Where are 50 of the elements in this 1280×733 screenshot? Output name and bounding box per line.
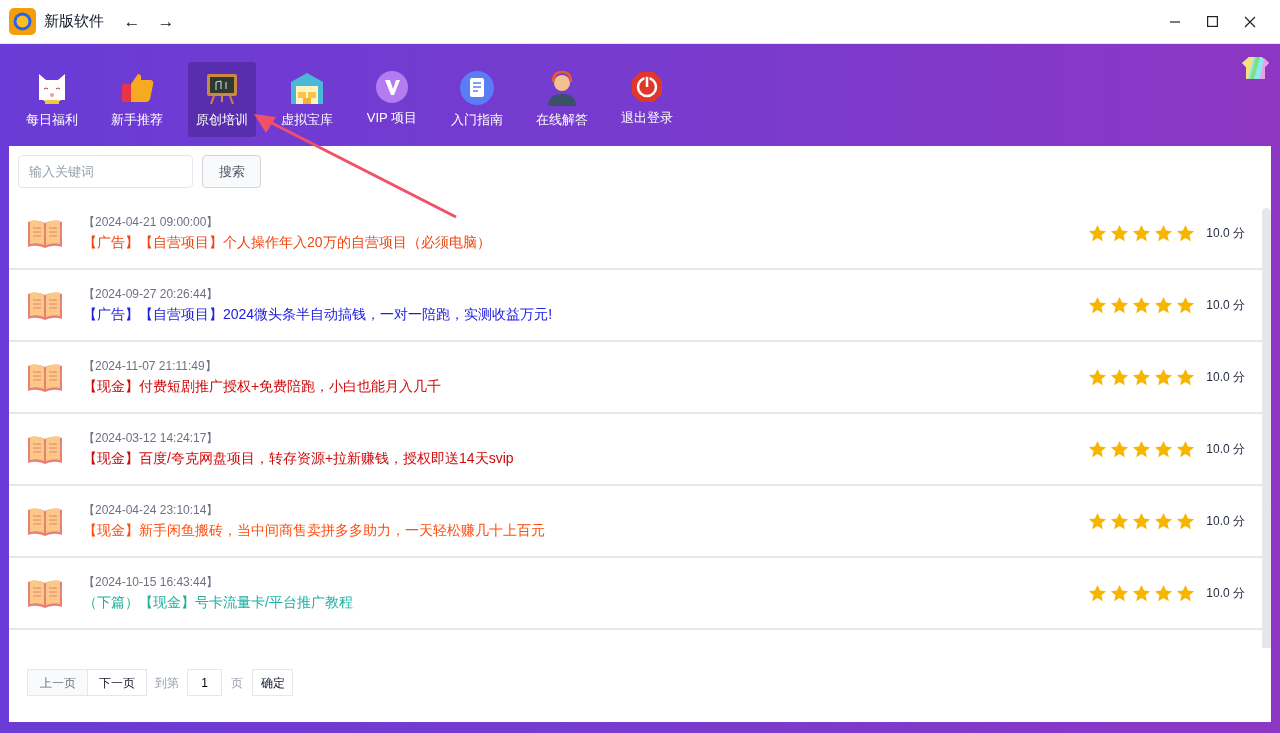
- app-logo-icon: [9, 8, 36, 35]
- score: 10.0 分: [1206, 585, 1245, 602]
- open-book-icon: [27, 290, 63, 320]
- article-date: 【2024-11-07 21:11:49】: [83, 358, 218, 374]
- warehouse-icon: [289, 70, 325, 106]
- confirm-button[interactable]: 确定: [252, 669, 293, 696]
- article-title[interactable]: 【现金】百度/夸克网盘项目，转存资源+拉新赚钱，授权即送14天svip: [83, 448, 514, 468]
- article-date: 【2024-04-21 09:00:00】: [83, 214, 220, 230]
- article-title[interactable]: 【现金】新手闲鱼搬砖，当中间商售卖拼多多助力，一天轻松赚几十上百元: [83, 520, 545, 540]
- article-date: 【2024-04-24 23:10:14】: [83, 502, 220, 518]
- power-icon: [630, 70, 664, 104]
- article-title[interactable]: 【广告】【自营项目】2024微头条半自动搞钱，一对一陪跑，实测收益万元!: [83, 304, 553, 324]
- open-book-icon: [27, 506, 63, 536]
- vip-badge-icon: [375, 70, 409, 104]
- score: 10.0 分: [1206, 513, 1245, 530]
- open-book-icon: [27, 362, 63, 392]
- page-unit-label: 页: [231, 674, 243, 692]
- nav-tab[interactable]: 在线解答: [528, 62, 596, 137]
- score: 10.0 分: [1206, 225, 1245, 242]
- article-date: 【2024-10-15 16:43:44】: [83, 574, 220, 590]
- nav-tab[interactable]: 虚拟宝库: [273, 62, 341, 137]
- nav-tab[interactable]: 原创培训: [188, 62, 256, 137]
- article-title[interactable]: 【现金】付费短剧推广授权+免费陪跑，小白也能月入几千: [83, 376, 442, 396]
- nav-tab[interactable]: 退出登录: [613, 62, 681, 137]
- open-book-icon: [27, 578, 63, 608]
- search-field[interactable]: 输入关键词: [18, 155, 193, 188]
- article-title[interactable]: 【广告】【自营项目】个人操作年入20万的自营项目（必须电脑）: [83, 232, 491, 252]
- article-date: 【2024-09-27 20:26:44】: [83, 286, 220, 302]
- open-book-icon: [27, 434, 63, 464]
- nav-tab[interactable]: 新手推荐: [103, 62, 171, 137]
- close-icon[interactable]: [1244, 15, 1256, 28]
- nav-tab[interactable]: 入门指南: [443, 62, 511, 137]
- scrollbar[interactable]: [1262, 208, 1271, 648]
- search-button[interactable]: 搜索: [202, 155, 261, 188]
- document-icon: [459, 70, 495, 106]
- next-page-button[interactable]: 下一页: [88, 669, 147, 696]
- score: 10.0 分: [1206, 441, 1245, 458]
- score: 10.0 分: [1206, 369, 1245, 386]
- shirt-icon[interactable]: [1242, 57, 1269, 79]
- window-title: 新版软件: [44, 11, 104, 32]
- page-number-field[interactable]: 1: [187, 669, 222, 696]
- nav-tab[interactable]: VIP 项目: [358, 62, 426, 137]
- maximize-icon[interactable]: [1207, 16, 1218, 27]
- back-button[interactable]: ←: [120, 8, 144, 35]
- goto-label: 到第: [155, 674, 179, 692]
- score: 10.0 分: [1206, 297, 1245, 314]
- nav-tab[interactable]: 每日福利: [18, 62, 86, 137]
- article-date: 【2024-03-12 14:24:17】: [83, 430, 220, 446]
- forward-button[interactable]: →: [154, 8, 178, 35]
- open-book-icon: [27, 218, 63, 248]
